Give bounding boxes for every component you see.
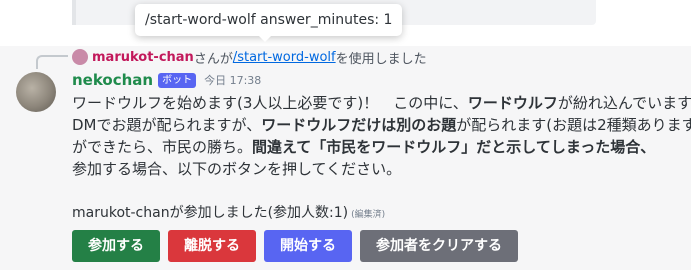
message-line-1: ワードウルフを始めます(3人以上必要です)！ この中に、ワードウルフが紛れ込んで… — [72, 94, 691, 112]
join-button[interactable]: 参加する — [72, 230, 160, 262]
reply-mid-text: さんが — [193, 51, 233, 67]
message-header: nekochan ボット 今日 17:38 — [72, 70, 261, 90]
message-line-3: ができたら、市民の勝ち。間違えて「市民をワードウルフ」だと示してしまった場合、 — [72, 138, 656, 156]
reply-context[interactable]: marukot-chan さんが /start-word-wolf を使用しまし… — [72, 48, 427, 67]
start-button[interactable]: 開始する — [264, 230, 352, 262]
tooltip-arrow — [259, 36, 271, 42]
message-content: ワードウルフを始めます(3人以上必要です)！ この中に、ワードウルフが紛れ込んで… — [72, 92, 691, 180]
reply-command-link[interactable]: /start-word-wolf — [233, 50, 336, 65]
participant-status: marukot-chanが参加しました(参加人数:1) (編集済) — [72, 202, 385, 226]
edited-marker: (編集済) — [351, 210, 386, 220]
reply-avatar[interactable] — [72, 49, 88, 65]
participant-status-text: marukot-chanが参加しました(参加人数:1) — [72, 205, 349, 221]
reply-username[interactable]: marukot-chan — [92, 50, 194, 65]
author-name[interactable]: nekochan — [72, 71, 153, 89]
leave-button[interactable]: 離脱する — [168, 230, 256, 262]
reply-spine — [36, 55, 68, 69]
reply-suffix-text: を使用しました — [335, 51, 427, 67]
message-line-2: DMでお題が配られますが、ワードウルフだけは別のお題が配られます(お題は2種類あ… — [72, 116, 691, 134]
command-tooltip: /start-word-wolf answer_minutes: 1 — [135, 4, 403, 36]
bot-badge: ボット — [158, 72, 197, 88]
clear-participants-button[interactable]: 参加者をクリアする — [360, 230, 518, 262]
author-avatar[interactable] — [16, 72, 56, 112]
message-timestamp: 今日 17:38 — [204, 74, 262, 87]
action-buttons: 参加する 離脱する 開始する 参加者をクリアする — [72, 230, 518, 262]
message-line-4: 参加する場合、以下のボタンを押してください。 — [72, 160, 402, 178]
